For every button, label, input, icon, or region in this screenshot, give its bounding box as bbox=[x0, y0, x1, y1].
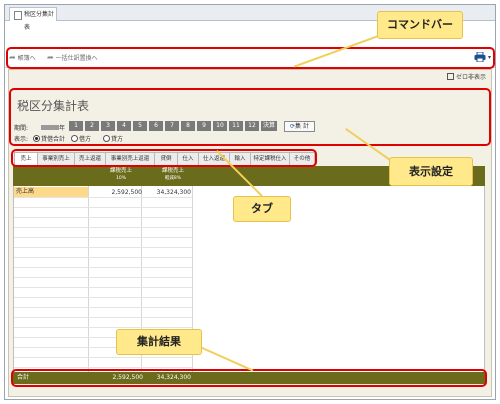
grid-row-divider bbox=[14, 267, 192, 268]
grid-row-divider bbox=[14, 197, 192, 198]
grid-row-divider bbox=[14, 327, 192, 328]
grid-row-divider bbox=[14, 247, 192, 248]
row-sales-value-2[interactable]: 34,324,300 bbox=[141, 189, 191, 196]
grid-row-divider bbox=[14, 317, 192, 318]
totals-outline bbox=[11, 369, 487, 387]
grid-row-divider bbox=[14, 257, 192, 258]
grid-row-divider bbox=[14, 367, 192, 368]
grid-row-divider bbox=[14, 237, 192, 238]
header-col-1: 課税売上 10% bbox=[91, 168, 151, 182]
callout-tabs: タブ bbox=[233, 196, 291, 222]
document-icon bbox=[14, 11, 22, 20]
row-label-sales[interactable]: 売上高 bbox=[14, 187, 88, 197]
grid-row-divider bbox=[14, 207, 192, 208]
callout-display-settings: 表示設定 bbox=[389, 157, 473, 186]
grid-row-divider bbox=[14, 307, 192, 308]
grid-row-divider bbox=[14, 357, 192, 358]
grid-row-divider bbox=[14, 217, 192, 218]
callout-command-bar: コマンドバー bbox=[377, 11, 463, 39]
header-col-2: 課税売上 軽減8% bbox=[143, 168, 203, 182]
grid-row-divider bbox=[14, 277, 192, 278]
display-settings-outline bbox=[9, 88, 491, 146]
checkbox-icon bbox=[447, 73, 454, 80]
header-col-2-line2: 軽減8% bbox=[164, 176, 182, 181]
grid-row-divider bbox=[14, 287, 192, 288]
zero-hide-label: ゼロ非表示 bbox=[456, 74, 487, 81]
row-sales-value-1[interactable]: 2,592,500 bbox=[92, 189, 142, 196]
header-col-1-line1: 課税売上 bbox=[109, 168, 132, 174]
header-col-2-line1: 課税売上 bbox=[161, 168, 184, 174]
command-bar-outline bbox=[6, 47, 495, 69]
grid-row-divider bbox=[14, 297, 192, 298]
grid-row-divider bbox=[14, 227, 192, 228]
tabs-outline bbox=[11, 149, 317, 167]
callout-totals: 集計結果 bbox=[116, 329, 202, 355]
header-col-1-line2: 10% bbox=[115, 176, 126, 181]
zero-hide-checkbox[interactable]: ゼロ非表示 bbox=[447, 72, 486, 81]
document-tab[interactable]: 税区分集計表 bbox=[9, 7, 57, 31]
